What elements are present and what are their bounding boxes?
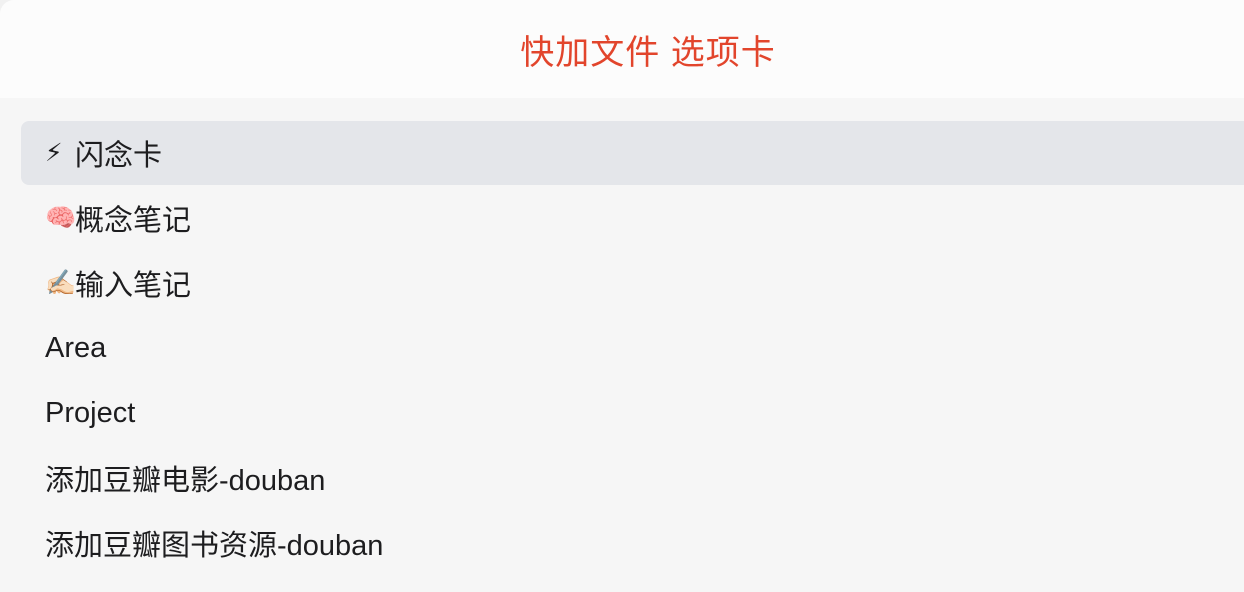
option-label: 概念笔记 — [75, 205, 192, 237]
option-area[interactable]: Area — [21, 316, 1244, 380]
file-picker-modal: 快加文件 选项卡 ⚡ 闪念卡 🧠 概念笔记 ✍🏻 输入笔记 Area Proje… — [0, 0, 1244, 592]
option-concept-note[interactable]: 🧠 概念笔记 — [21, 186, 1244, 250]
modal-title: 快加文件 选项卡 — [520, 33, 776, 72]
option-label: Project — [45, 396, 136, 429]
brain-icon: 🧠 — [45, 203, 77, 232]
option-label: 闪念卡 — [75, 140, 163, 172]
option-input-note[interactable]: ✍🏻 输入笔记 — [21, 251, 1244, 315]
option-douban-movie[interactable]: 添加豆瓣电影-douban — [21, 446, 1244, 510]
option-project[interactable]: Project — [21, 381, 1244, 445]
option-label: 添加豆瓣图书资源-douban — [45, 530, 384, 562]
options-list: ⚡ 闪念卡 🧠 概念笔记 ✍🏻 输入笔记 Area Project 添加豆瓣电影… — [21, 121, 1244, 576]
option-flash-card[interactable]: ⚡ 闪念卡 — [21, 121, 1244, 185]
writing-hand-icon: ✍🏻 — [45, 268, 77, 297]
option-douban-book[interactable]: 添加豆瓣图书资源-douban — [21, 511, 1244, 575]
modal-header: 快加文件 选项卡 — [0, 0, 1244, 98]
option-label: Area — [45, 331, 107, 364]
option-label: 输入笔记 — [75, 270, 192, 302]
lightning-icon: ⚡ — [45, 138, 63, 167]
option-label: 添加豆瓣电影-douban — [45, 465, 326, 497]
